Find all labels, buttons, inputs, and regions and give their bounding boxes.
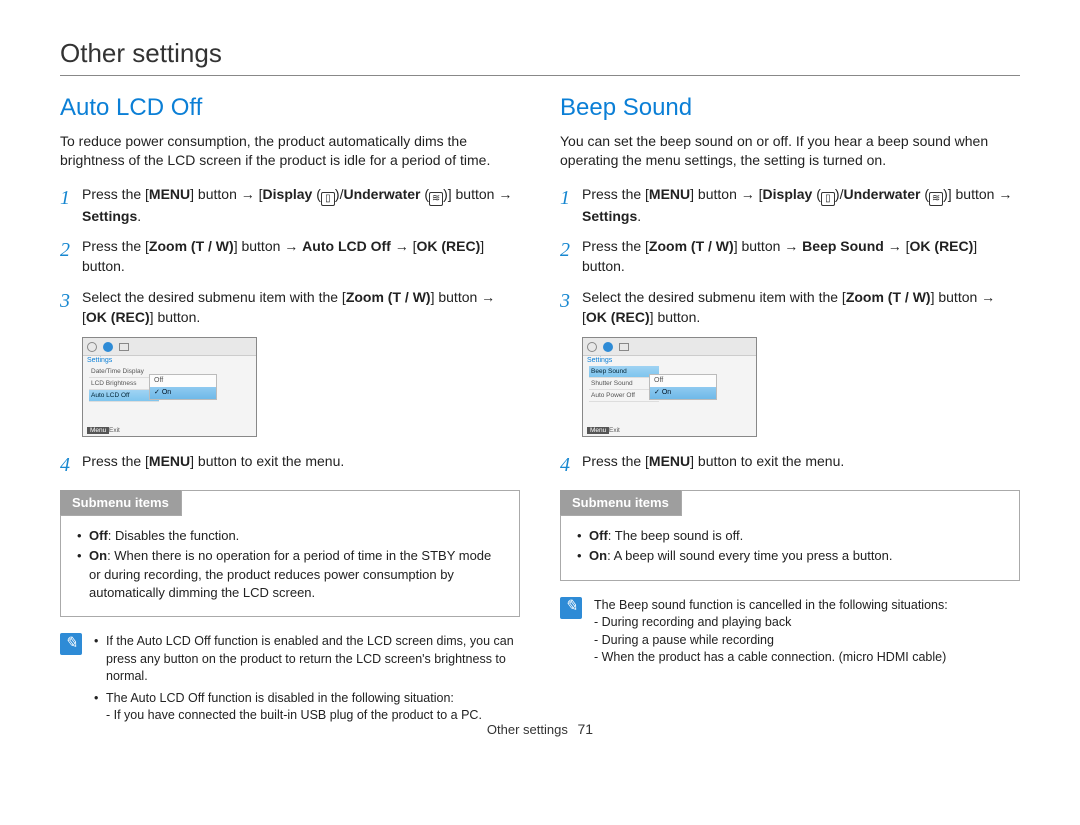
step-3: 3 Select the desired submenu item with t… <box>60 287 520 328</box>
lcd-screenshot: Settings Date/Time Display LCD Brightnes… <box>82 337 257 437</box>
submenu-off: Off: Disables the function. <box>77 527 503 545</box>
step-body: Press the [MENU] button → [Display (▯)/U… <box>582 184 1020 226</box>
section-title-auto-lcd-off: Auto LCD Off <box>60 94 520 122</box>
screenshot-menu-btn: Menu <box>87 427 109 434</box>
section-title-beep-sound: Beep Sound <box>560 94 1020 122</box>
intro-text: To reduce power consumption, the product… <box>60 132 520 170</box>
note-icon: ✎ <box>560 597 582 619</box>
step-2: 2 Press the [Zoom (T / W)] button → Beep… <box>560 236 1020 277</box>
submenu-tab: Submenu items <box>60 490 182 516</box>
screenshot-tabs <box>583 338 756 356</box>
step-body: Press the [MENU] button → [Display (▯)/U… <box>82 184 520 226</box>
left-column: Auto LCD Off To reduce power consumption… <box>60 94 520 729</box>
note-line: - During a pause while recording <box>594 632 948 650</box>
intro-text: You can set the beep sound on or off. If… <box>560 132 1020 170</box>
step-body: Press the [Zoom (T / W)] button → Auto L… <box>82 236 520 277</box>
manual-page: Other settings Auto LCD Off To reduce po… <box>0 0 1080 759</box>
screenshot-settings-label: Settings <box>83 356 256 365</box>
screenshot-settings-label: Settings <box>583 356 756 365</box>
submenu-on: On: When there is no operation for a per… <box>77 547 503 602</box>
note-item: The Auto LCD Off function is disabled in… <box>94 690 520 725</box>
step-1: 1 Press the [MENU] button → [Display (▯)… <box>560 184 1020 226</box>
tab-icon <box>87 342 97 352</box>
tab-icon <box>119 343 129 351</box>
tab-icon <box>603 342 613 352</box>
note-icon: ✎ <box>60 633 82 655</box>
tab-icon <box>587 342 597 352</box>
step-body: Select the desired submenu item with the… <box>82 287 520 328</box>
note-block: ✎ If the Auto LCD Off function is enable… <box>60 633 520 729</box>
tab-icon <box>103 342 113 352</box>
note-body: The Beep sound function is cancelled in … <box>594 597 948 667</box>
display-icon: ▯ <box>321 192 335 206</box>
step-3: 3 Select the desired submenu item with t… <box>560 287 1020 328</box>
screenshot-tabs <box>83 338 256 356</box>
divider <box>60 75 1020 76</box>
step-number: 2 <box>60 236 82 265</box>
tab-icon <box>619 343 629 351</box>
lcd-screenshot: Settings Beep Sound Shutter Sound Auto P… <box>582 337 757 437</box>
page-footer: Other settings 71 <box>0 721 1080 737</box>
step-body: Press the [MENU] button to exit the menu… <box>82 451 520 471</box>
step-number: 4 <box>60 451 82 480</box>
step-body: Select the desired submenu item with the… <box>582 287 1020 328</box>
submenu-off: Off: The beep sound is off. <box>577 527 1003 545</box>
note-line: - During recording and playing back <box>594 614 948 632</box>
footer-label: Other settings <box>487 722 568 737</box>
step-4: 4 Press the [MENU] button to exit the me… <box>560 451 1020 480</box>
submenu-box: Submenu items Off: The beep sound is off… <box>560 490 1020 580</box>
step-number: 3 <box>560 287 582 316</box>
step-body: Press the [MENU] button to exit the menu… <box>582 451 1020 471</box>
note-item: If the Auto LCD Off function is enabled … <box>94 633 520 686</box>
note-intro: The Beep sound function is cancelled in … <box>594 597 948 615</box>
right-column: Beep Sound You can set the beep sound on… <box>560 94 1020 729</box>
submenu-on: On: A beep will sound every time you pre… <box>577 547 1003 565</box>
step-number: 1 <box>60 184 82 213</box>
step-number: 2 <box>560 236 582 265</box>
step-1: 1 Press the [MENU] button → [Display (▯)… <box>60 184 520 226</box>
screenshot-exit-label: Exit <box>609 427 620 434</box>
note-body: If the Auto LCD Off function is enabled … <box>94 633 520 729</box>
popup-on: ✓ On <box>150 387 216 399</box>
page-number: 71 <box>577 721 593 737</box>
display-icon: ▯ <box>821 192 835 206</box>
step-2: 2 Press the [Zoom (T / W)] button → Auto… <box>60 236 520 277</box>
step-number: 3 <box>60 287 82 316</box>
step-number: 4 <box>560 451 582 480</box>
popup-off: Off <box>650 375 716 387</box>
two-column-layout: Auto LCD Off To reduce power consumption… <box>60 94 1020 729</box>
underwater-icon: ≋ <box>929 192 943 206</box>
submenu-tab: Submenu items <box>560 490 682 516</box>
popup-off: Off <box>150 375 216 387</box>
note-block: ✎ The Beep sound function is cancelled i… <box>560 597 1020 667</box>
screenshot-menu-btn: Menu <box>587 427 609 434</box>
screenshot-popup: Off ✓ On <box>149 374 217 400</box>
page-title: Other settings <box>60 38 1020 69</box>
screenshot-popup: Off ✓ On <box>649 374 717 400</box>
underwater-icon: ≋ <box>429 192 443 206</box>
step-number: 1 <box>560 184 582 213</box>
popup-on: ✓ On <box>650 387 716 399</box>
step-body: Press the [Zoom (T / W)] button → Beep S… <box>582 236 1020 277</box>
submenu-body: Off: Disables the function. On: When the… <box>61 517 519 616</box>
submenu-box: Submenu items Off: Disables the function… <box>60 490 520 617</box>
submenu-body: Off: The beep sound is off. On: A beep w… <box>561 517 1019 579</box>
note-line: - When the product has a cable connectio… <box>594 649 948 667</box>
screenshot-exit-label: Exit <box>109 427 120 434</box>
step-4: 4 Press the [MENU] button to exit the me… <box>60 451 520 480</box>
